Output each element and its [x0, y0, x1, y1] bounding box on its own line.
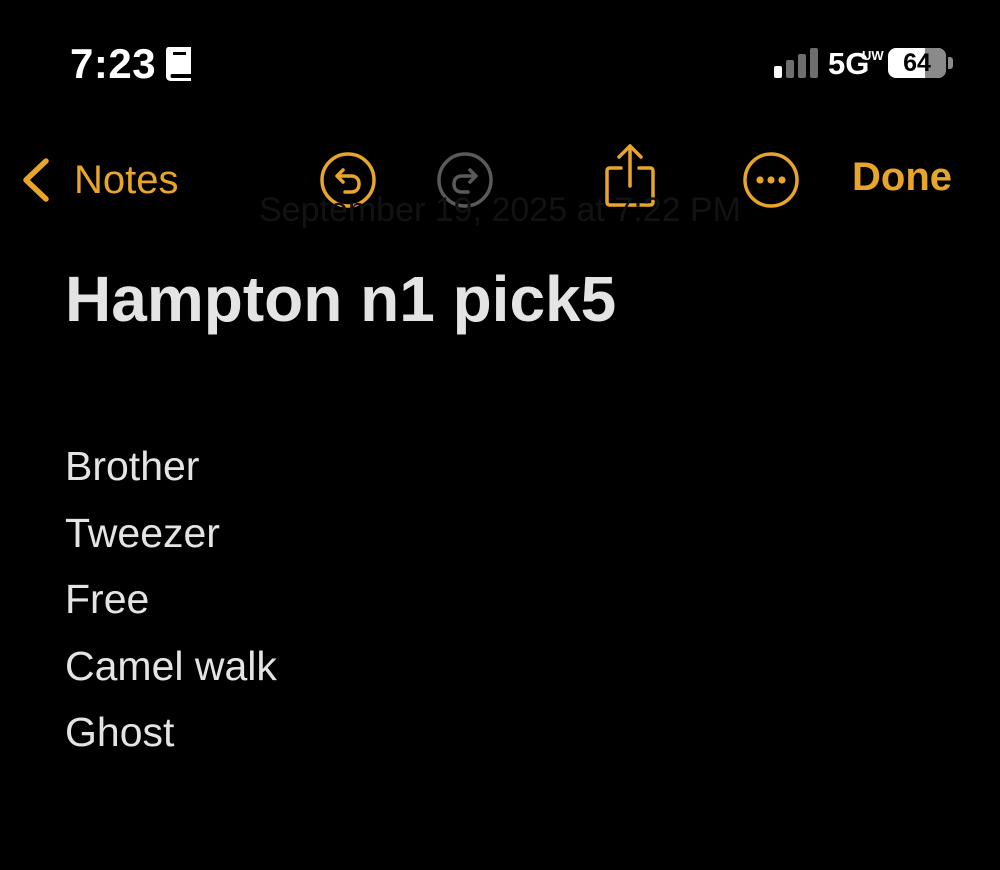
note-line[interactable]: Brother	[65, 433, 277, 500]
battery-level: 64	[903, 49, 931, 77]
signal-icon	[774, 48, 818, 78]
note-body[interactable]: Brother Tweezer Free Camel walk Ghost	[65, 433, 277, 766]
battery-icon: 64	[888, 48, 946, 78]
status-time: 7:23	[70, 40, 157, 87]
note-title[interactable]: Hampton n1 pick5	[65, 262, 616, 336]
note-line[interactable]: Ghost	[65, 699, 277, 766]
note-line[interactable]: Free	[65, 566, 277, 633]
book-icon	[166, 47, 191, 81]
note-date: September 19, 2025 at 7:22 PM	[259, 191, 741, 229]
note-line[interactable]: Camel walk	[65, 633, 277, 700]
status-bar: 7:23 5G UW 64	[0, 0, 1000, 120]
network-superscript: UW	[862, 48, 884, 63]
battery-cap	[948, 57, 953, 69]
note-line[interactable]: Tweezer	[65, 500, 277, 567]
